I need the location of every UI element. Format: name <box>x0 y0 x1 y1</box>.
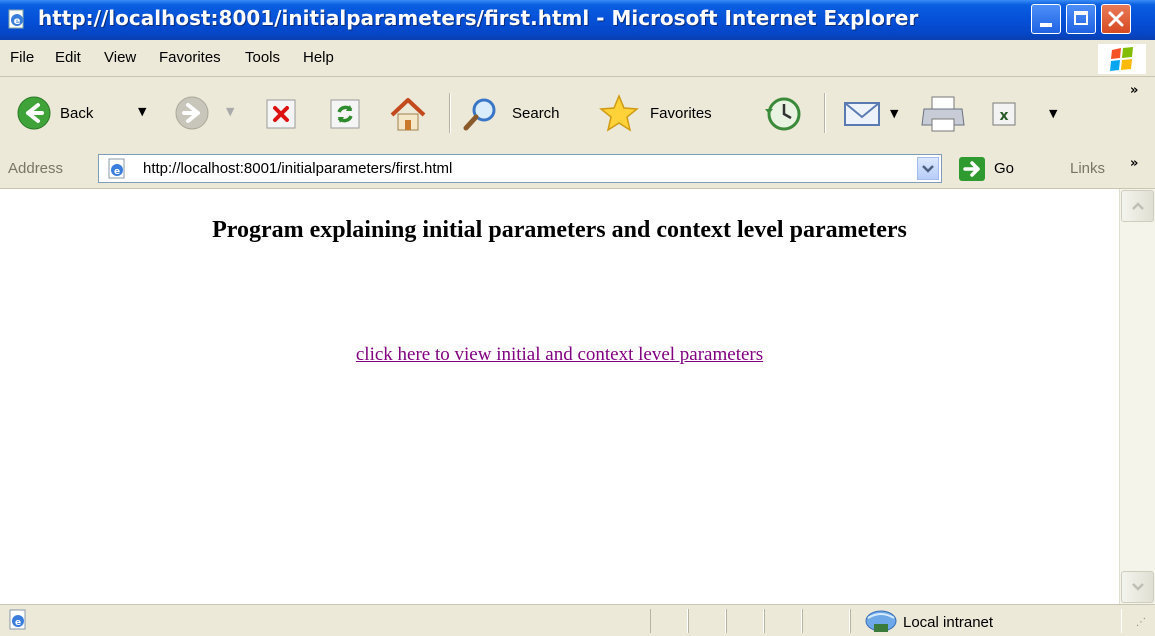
minimize-button[interactable] <box>1031 4 1061 34</box>
stop-icon[interactable] <box>264 97 298 131</box>
page-heading: Program explaining initial parameters an… <box>212 217 907 243</box>
page-icon: e <box>108 158 125 179</box>
ie-window: e http://localhost:8001/initialparameter… <box>0 0 1155 636</box>
svg-text:x: x <box>999 108 1008 124</box>
menu-favorites[interactable]: Favorites <box>159 49 221 66</box>
back-label: Back <box>60 105 94 122</box>
print-icon[interactable] <box>920 95 966 133</box>
scroll-up-button[interactable] <box>1121 190 1154 222</box>
back-dropdown-icon[interactable]: ▼ <box>138 105 146 118</box>
edit-excel-icon: x <box>992 102 1016 126</box>
parameters-link[interactable]: click here to view initial and context l… <box>0 344 1119 366</box>
search-icon <box>463 98 496 131</box>
mail-envelope-icon <box>844 102 880 126</box>
edit-button[interactable]: x ▼ <box>985 95 1065 133</box>
search-button[interactable]: Search <box>458 91 583 135</box>
status-bar: e Local intranet ⋰ <box>0 604 1155 636</box>
scroll-down-button[interactable] <box>1121 571 1154 603</box>
chevron-down-icon <box>922 165 934 173</box>
favorites-star-icon <box>599 94 639 132</box>
forward-dropdown-icon[interactable]: ▼ <box>226 105 234 118</box>
address-input[interactable]: e http://localhost:8001/initialparameter… <box>98 154 942 183</box>
security-zone-label: Local intranet <box>903 614 994 631</box>
svg-text:e: e <box>14 16 21 27</box>
menu-bar: File Edit View Favorites Tools Help <box>0 40 1155 77</box>
refresh-icon[interactable] <box>328 97 362 131</box>
favorites-label: Favorites <box>650 105 712 122</box>
toolbar-more-chevron-icon[interactable]: » <box>1130 83 1138 98</box>
forward-button[interactable]: ▼ <box>170 91 250 135</box>
status-pane <box>726 609 764 633</box>
menu-file[interactable]: File <box>10 49 34 66</box>
page-content: Program explaining initial parameters an… <box>0 189 1119 604</box>
mail-button[interactable]: ▼ <box>840 93 908 135</box>
menu-help[interactable]: Help <box>303 49 334 66</box>
address-dropdown-button[interactable] <box>917 157 939 180</box>
menu-edit[interactable]: Edit <box>55 49 81 66</box>
menu-view[interactable]: View <box>104 49 136 66</box>
home-icon[interactable] <box>388 95 428 133</box>
toolbar-separator <box>824 93 826 133</box>
minimize-icon <box>1040 23 1052 27</box>
windows-logo-icon <box>1098 44 1146 74</box>
favorites-button[interactable]: Favorites <box>596 91 748 135</box>
status-pane <box>764 609 802 633</box>
status-page-icon: e <box>9 609 26 630</box>
chevron-down-icon <box>1132 583 1144 591</box>
ie-page-icon: e <box>8 9 24 29</box>
edit-dropdown-icon[interactable]: ▼ <box>1049 107 1057 120</box>
status-pane <box>802 609 850 633</box>
vertical-scrollbar[interactable] <box>1119 189 1155 604</box>
mail-dropdown-icon[interactable]: ▼ <box>890 107 898 120</box>
status-pane <box>688 609 726 633</box>
maximize-button[interactable] <box>1066 4 1096 34</box>
go-label: Go <box>994 160 1015 177</box>
window-title: http://localhost:8001/initialparameters/… <box>38 6 919 30</box>
chevron-up-icon <box>1132 202 1144 210</box>
links-label[interactable]: Links <box>1070 160 1105 177</box>
go-arrow-icon <box>959 157 985 181</box>
back-button[interactable]: Back ▼ <box>4 91 164 135</box>
search-label: Search <box>512 105 560 122</box>
go-button[interactable]: Go <box>958 156 1028 182</box>
title-bar[interactable]: e http://localhost:8001/initialparameter… <box>0 0 1155 40</box>
standard-toolbar: Back ▼ ▼ Search Favorites ▼ x ▼ » <box>0 77 1155 151</box>
address-label: Address <box>8 160 64 177</box>
address-bar: Address e http://localhost:8001/initialp… <box>0 150 1155 189</box>
menu-tools[interactable]: Tools <box>245 49 280 66</box>
address-url: http://localhost:8001/initialparameters/… <box>143 160 453 177</box>
history-icon[interactable] <box>764 95 804 133</box>
status-pane <box>650 609 688 633</box>
maximize-icon <box>1074 11 1088 25</box>
local-intranet-icon <box>865 610 897 632</box>
svg-text:e: e <box>15 618 21 628</box>
back-arrow-icon <box>17 96 51 130</box>
forward-arrow-icon <box>175 96 209 130</box>
links-more-chevron-icon[interactable]: » <box>1130 156 1138 171</box>
close-button[interactable] <box>1101 4 1131 34</box>
svg-text:e: e <box>114 167 120 177</box>
toolbar-separator <box>449 93 451 133</box>
close-icon <box>1108 11 1124 27</box>
resize-grip-icon[interactable]: ⋰ <box>1136 617 1146 628</box>
